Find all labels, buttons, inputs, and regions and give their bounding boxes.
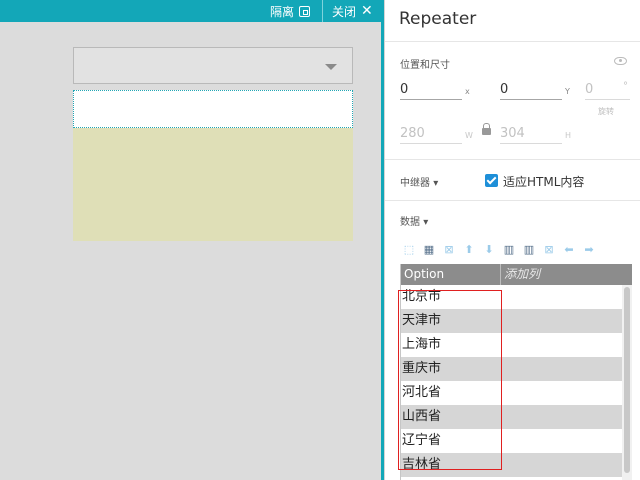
table-row[interactable]: 上海市	[401, 333, 632, 357]
lock-icon[interactable]	[482, 123, 491, 135]
table-row[interactable]: 吉林省	[401, 453, 632, 477]
empty-cell[interactable]	[501, 333, 622, 357]
grid-scrollbar[interactable]	[622, 285, 632, 480]
divider	[385, 159, 640, 160]
panel-title: Repeater	[399, 9, 477, 29]
caret-down-icon: ▾	[423, 217, 429, 228]
height-field[interactable]: 304	[500, 124, 562, 144]
empty-cell[interactable]	[501, 405, 622, 429]
option-cell[interactable]: 山西省	[401, 405, 501, 429]
x-axis-label: x	[465, 87, 470, 96]
repeater-section-text: 中继器	[400, 178, 430, 189]
insert-row-icon[interactable]: ⬚	[401, 242, 417, 256]
empty-cell[interactable]	[501, 453, 622, 477]
rotation-label: 旋转	[598, 107, 614, 116]
empty-cell[interactable]	[501, 285, 622, 309]
rotation-field[interactable]: 0 °	[585, 80, 630, 100]
repeater-body[interactable]	[73, 128, 353, 241]
empty-cell[interactable]	[501, 357, 622, 381]
width-field[interactable]: 280	[400, 124, 462, 144]
divider	[385, 200, 640, 201]
column-header-option[interactable]: Option	[401, 264, 501, 285]
move-left-icon[interactable]: ⬅	[561, 242, 577, 256]
chevron-down-icon	[325, 64, 337, 70]
y-field[interactable]: 0	[500, 80, 562, 100]
rotation-value: 0	[585, 82, 594, 97]
add-column-button[interactable]: 添加列	[501, 264, 540, 285]
close-icon: ✕	[361, 3, 373, 19]
divider	[385, 41, 640, 42]
x-field[interactable]: 0	[400, 80, 462, 100]
add-rows-icon[interactable]: ▦	[421, 242, 437, 256]
y-axis-label: Y	[565, 87, 570, 96]
option-cell[interactable]: 河北省	[401, 381, 501, 405]
insert-column-left-icon[interactable]: ▥	[501, 242, 517, 256]
repeater-section-label[interactable]: 中继器 ▾	[400, 174, 438, 189]
isolate-button[interactable]: 隔离	[270, 0, 311, 22]
delete-column-icon[interactable]: ⊠	[541, 242, 557, 256]
option-cell[interactable]: 上海市	[401, 333, 501, 357]
option-cell[interactable]: 辽宁省	[401, 429, 501, 453]
data-section-label[interactable]: 数据 ▾	[400, 213, 428, 228]
move-up-icon[interactable]: ⬆	[461, 242, 477, 256]
delete-row-icon[interactable]: ⊠	[441, 242, 457, 256]
empty-cell[interactable]	[501, 309, 622, 333]
width-axis-label: W	[465, 131, 473, 140]
inspector-panel: Repeater 位置和尺寸 0 x 0 Y 0 ° 旋转 280 W 304 …	[384, 0, 640, 480]
data-section-text: 数据	[400, 217, 420, 228]
data-grid[interactable]: Option 添加列 北京市 天津市 上海市 重庆市 河北省 山西省 辽宁省 吉林省	[400, 264, 632, 480]
data-toolbar: ⬚ ▦ ⊠ ⬆ ⬇ ▥ ▥ ⊠ ⬅ ➡	[401, 242, 597, 256]
fit-html-checkbox[interactable]	[485, 174, 498, 187]
position-size-label: 位置和尺寸	[400, 60, 450, 71]
repeater-item-selected[interactable]	[73, 90, 353, 128]
empty-cell[interactable]	[501, 429, 622, 453]
rotation-unit: °	[623, 81, 628, 92]
grid-rows: 北京市 天津市 上海市 重庆市 河北省 山西省 辽宁省 吉林省	[401, 285, 632, 477]
caret-down-icon: ▾	[433, 178, 439, 189]
table-row[interactable]: 天津市	[401, 309, 632, 333]
table-row[interactable]: 重庆市	[401, 357, 632, 381]
table-row[interactable]: 北京市	[401, 285, 632, 309]
option-cell[interactable]: 天津市	[401, 309, 501, 333]
move-right-icon[interactable]: ➡	[581, 242, 597, 256]
option-cell[interactable]: 北京市	[401, 285, 501, 309]
canvas-toolbar: 隔离 关闭 ✕	[0, 0, 381, 22]
toolbar-divider	[322, 0, 323, 22]
isolate-label: 隔离	[270, 4, 295, 19]
dropdown-widget[interactable]	[73, 47, 353, 84]
height-axis-label: H	[565, 131, 572, 140]
option-cell[interactable]: 重庆市	[401, 357, 501, 381]
grid-header: Option 添加列	[401, 264, 632, 285]
close-button[interactable]: 关闭 ✕	[332, 0, 373, 22]
table-row[interactable]: 辽宁省	[401, 429, 632, 453]
table-row[interactable]: 山西省	[401, 405, 632, 429]
design-canvas[interactable]: 隔离 关闭 ✕	[0, 0, 381, 480]
fit-html-label[interactable]: 适应HTML内容	[503, 173, 584, 190]
empty-cell[interactable]	[501, 381, 622, 405]
table-row[interactable]: 河北省	[401, 381, 632, 405]
eye-icon[interactable]	[614, 57, 627, 65]
option-cell[interactable]: 吉林省	[401, 453, 501, 477]
scrollbar-thumb[interactable]	[624, 287, 630, 473]
isolate-icon	[299, 5, 311, 17]
move-down-icon[interactable]: ⬇	[481, 242, 497, 256]
close-label: 关闭	[332, 4, 357, 19]
insert-column-right-icon[interactable]: ▥	[521, 242, 537, 256]
